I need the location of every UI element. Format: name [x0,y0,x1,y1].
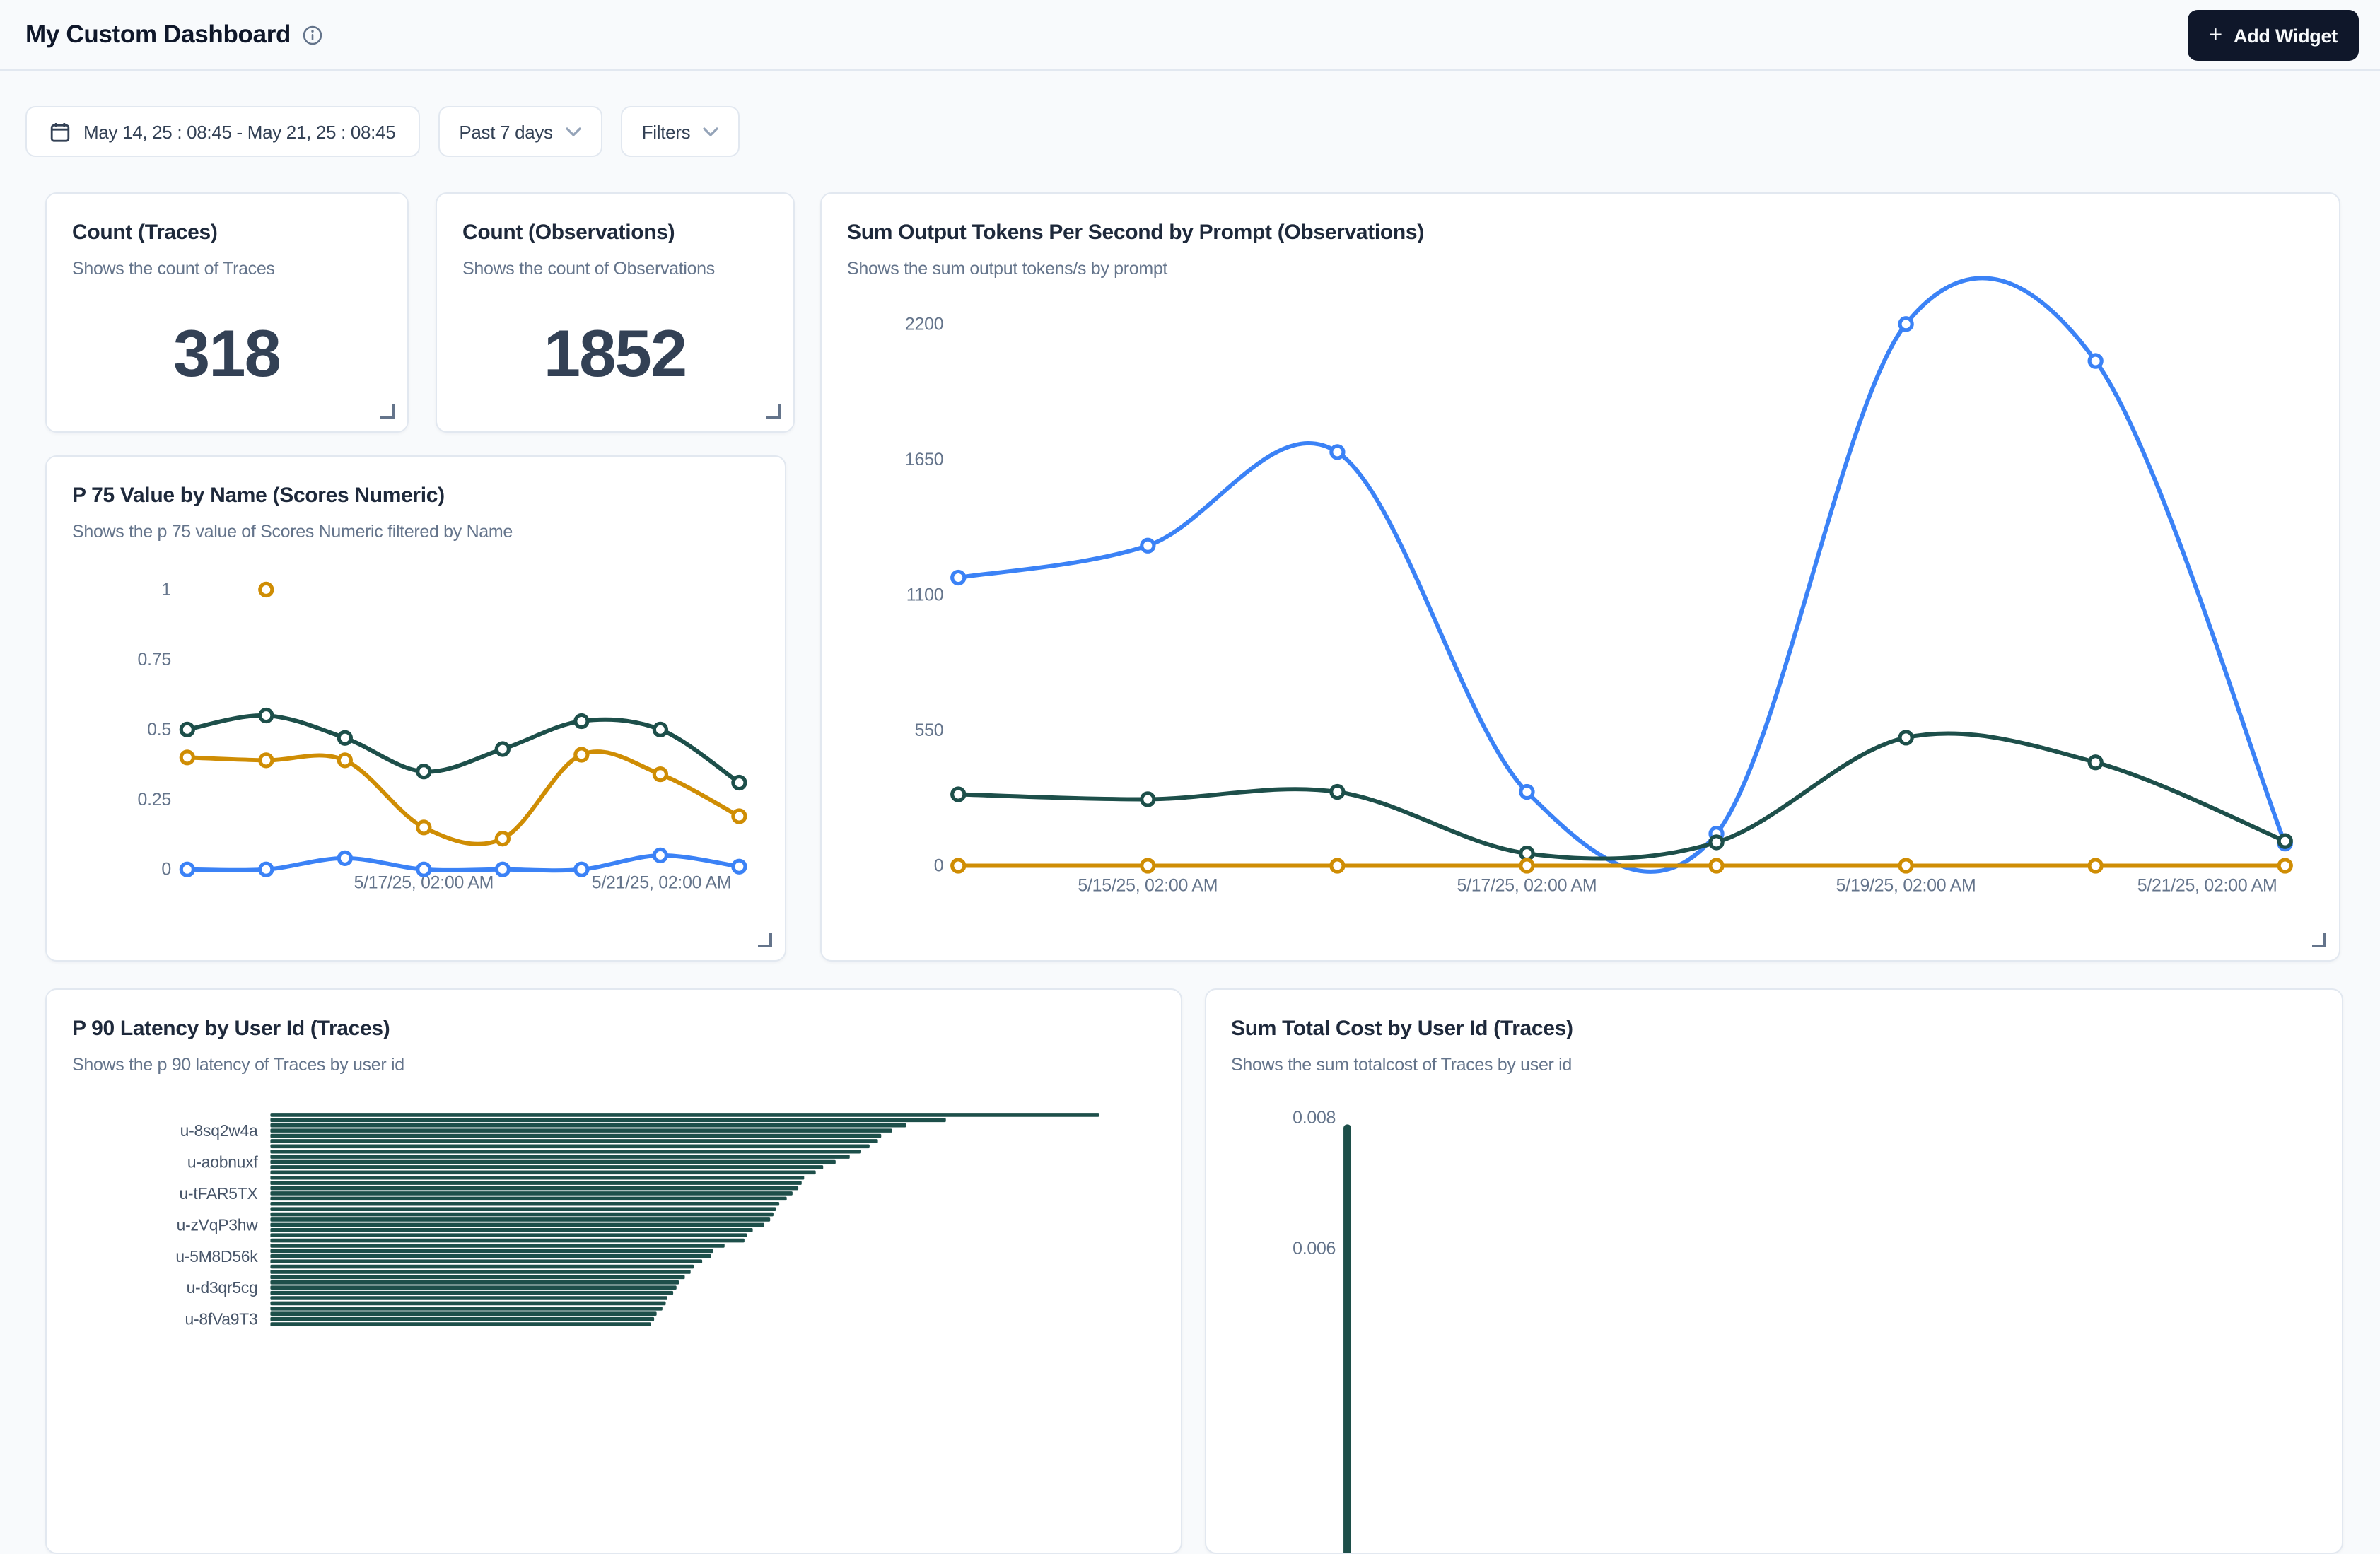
widget-tokens-per-second: Sum Output Tokens Per Second by Prompt (… [820,192,2340,962]
svg-text:5/19/25, 02:00 AM: 5/19/25, 02:00 AM [1836,875,1976,895]
calendar-icon [49,121,71,142]
resize-handle-icon[interactable] [757,933,771,947]
resize-handle-icon[interactable] [2312,933,2326,947]
svg-text:5/15/25, 02:00 AM: 5/15/25, 02:00 AM [1078,875,1218,895]
widget-subtitle: Shows the count of Traces [72,259,381,279]
p90-bar-chart: u-8sq2w4a u-aobnuxf u-tFAR5TX u-zVqP3hw u-5M… [47,990,1180,1553]
plus-icon: + [2208,23,2222,47]
resize-handle-icon[interactable] [766,404,780,419]
add-widget-button[interactable]: + Add Widget [2187,10,2359,61]
svg-text:0.006: 0.006 [1292,1239,1335,1258]
resize-handle-icon[interactable] [380,404,394,419]
widget-p90-latency-by-user: P 90 Latency by User Id (Traces) Shows t… [45,988,1182,1554]
filters-label: Filters [642,121,691,142]
widget-count-traces: Count (Traces) Shows the count of Traces… [45,192,408,433]
svg-text:0.75: 0.75 [138,650,171,670]
filter-toolbar: May 14, 25 : 08:45 - May 21, 25 : 08:45 … [25,106,740,157]
svg-text:u-zVqP3hw: u-zVqP3hw [177,1215,259,1234]
svg-text:0.5: 0.5 [147,720,171,740]
svg-text:u-5M8D56k: u-5M8D56k [175,1247,258,1266]
p75-line-chart: 10.750.50.2505/17/25, 02:00 AM5/21/25, 0… [47,457,784,960]
big-number-value: 318 [47,314,407,392]
big-number-value: 1852 [437,314,793,392]
svg-text:2200: 2200 [905,314,943,334]
svg-text:5/17/25, 02:00 AM: 5/17/25, 02:00 AM [1457,875,1597,895]
chevron-down-icon [566,127,581,136]
chevron-down-icon [703,127,718,136]
svg-text:u-d3qr5cg: u-d3qr5cg [187,1278,258,1297]
svg-text:0: 0 [161,860,171,880]
svg-text:1100: 1100 [906,585,944,604]
svg-text:1: 1 [161,580,171,600]
date-range-value: May 14, 25 : 08:45 - May 21, 25 : 08:45 [83,121,395,142]
range-preset-value: Past 7 days [459,121,552,142]
widget-subtitle: Shows the count of Observations [462,259,767,279]
info-icon[interactable] [302,25,322,45]
svg-text:0: 0 [934,855,944,875]
svg-text:550: 550 [915,720,944,740]
page-title: My Custom Dashboard [25,20,291,49]
svg-text:1650: 1650 [905,450,943,469]
widget-total-cost-by-user: Sum Total Cost by User Id (Traces) Shows… [1204,988,2343,1554]
filters-button[interactable]: Filters [621,106,740,157]
svg-text:5/21/25, 02:00 AM: 5/21/25, 02:00 AM [2137,875,2277,895]
tokens-line-chart: 2200 1650 1100 550 0 5/15/25, 02:00 AM 5/17/25… [822,194,2339,960]
add-widget-label: Add Widget [2234,25,2338,46]
svg-text:u-8sq2w4a: u-8sq2w4a [180,1121,258,1140]
date-range-picker[interactable]: May 14, 25 : 08:45 - May 21, 25 : 08:45 [25,106,419,157]
svg-text:5/21/25, 02:00 AM: 5/21/25, 02:00 AM [592,873,732,893]
widget-title: Count (Traces) [72,221,381,245]
cost-bar-chart: 0.008 0.006 [1206,990,2341,1553]
widget-p75-value-by-name: P 75 Value by Name (Scores Numeric) Show… [45,455,786,962]
page-header: My Custom Dashboard + Add Widget [0,0,2380,71]
widget-title: Count (Observations) [462,221,767,245]
svg-text:0.008: 0.008 [1292,1108,1335,1128]
svg-text:u-tFAR5TX: u-tFAR5TX [179,1184,257,1203]
svg-text:0.25: 0.25 [138,790,171,810]
dashboard-page: My Custom Dashboard + Add Widget [0,0,2380,1329]
range-preset-select[interactable]: Past 7 days [438,106,602,157]
svg-text:u-aobnuxf: u-aobnuxf [187,1153,259,1172]
svg-text:u-8fVa9T3: u-8fVa9T3 [185,1310,257,1328]
widget-count-observations: Count (Observations) Shows the count of … [436,192,794,433]
